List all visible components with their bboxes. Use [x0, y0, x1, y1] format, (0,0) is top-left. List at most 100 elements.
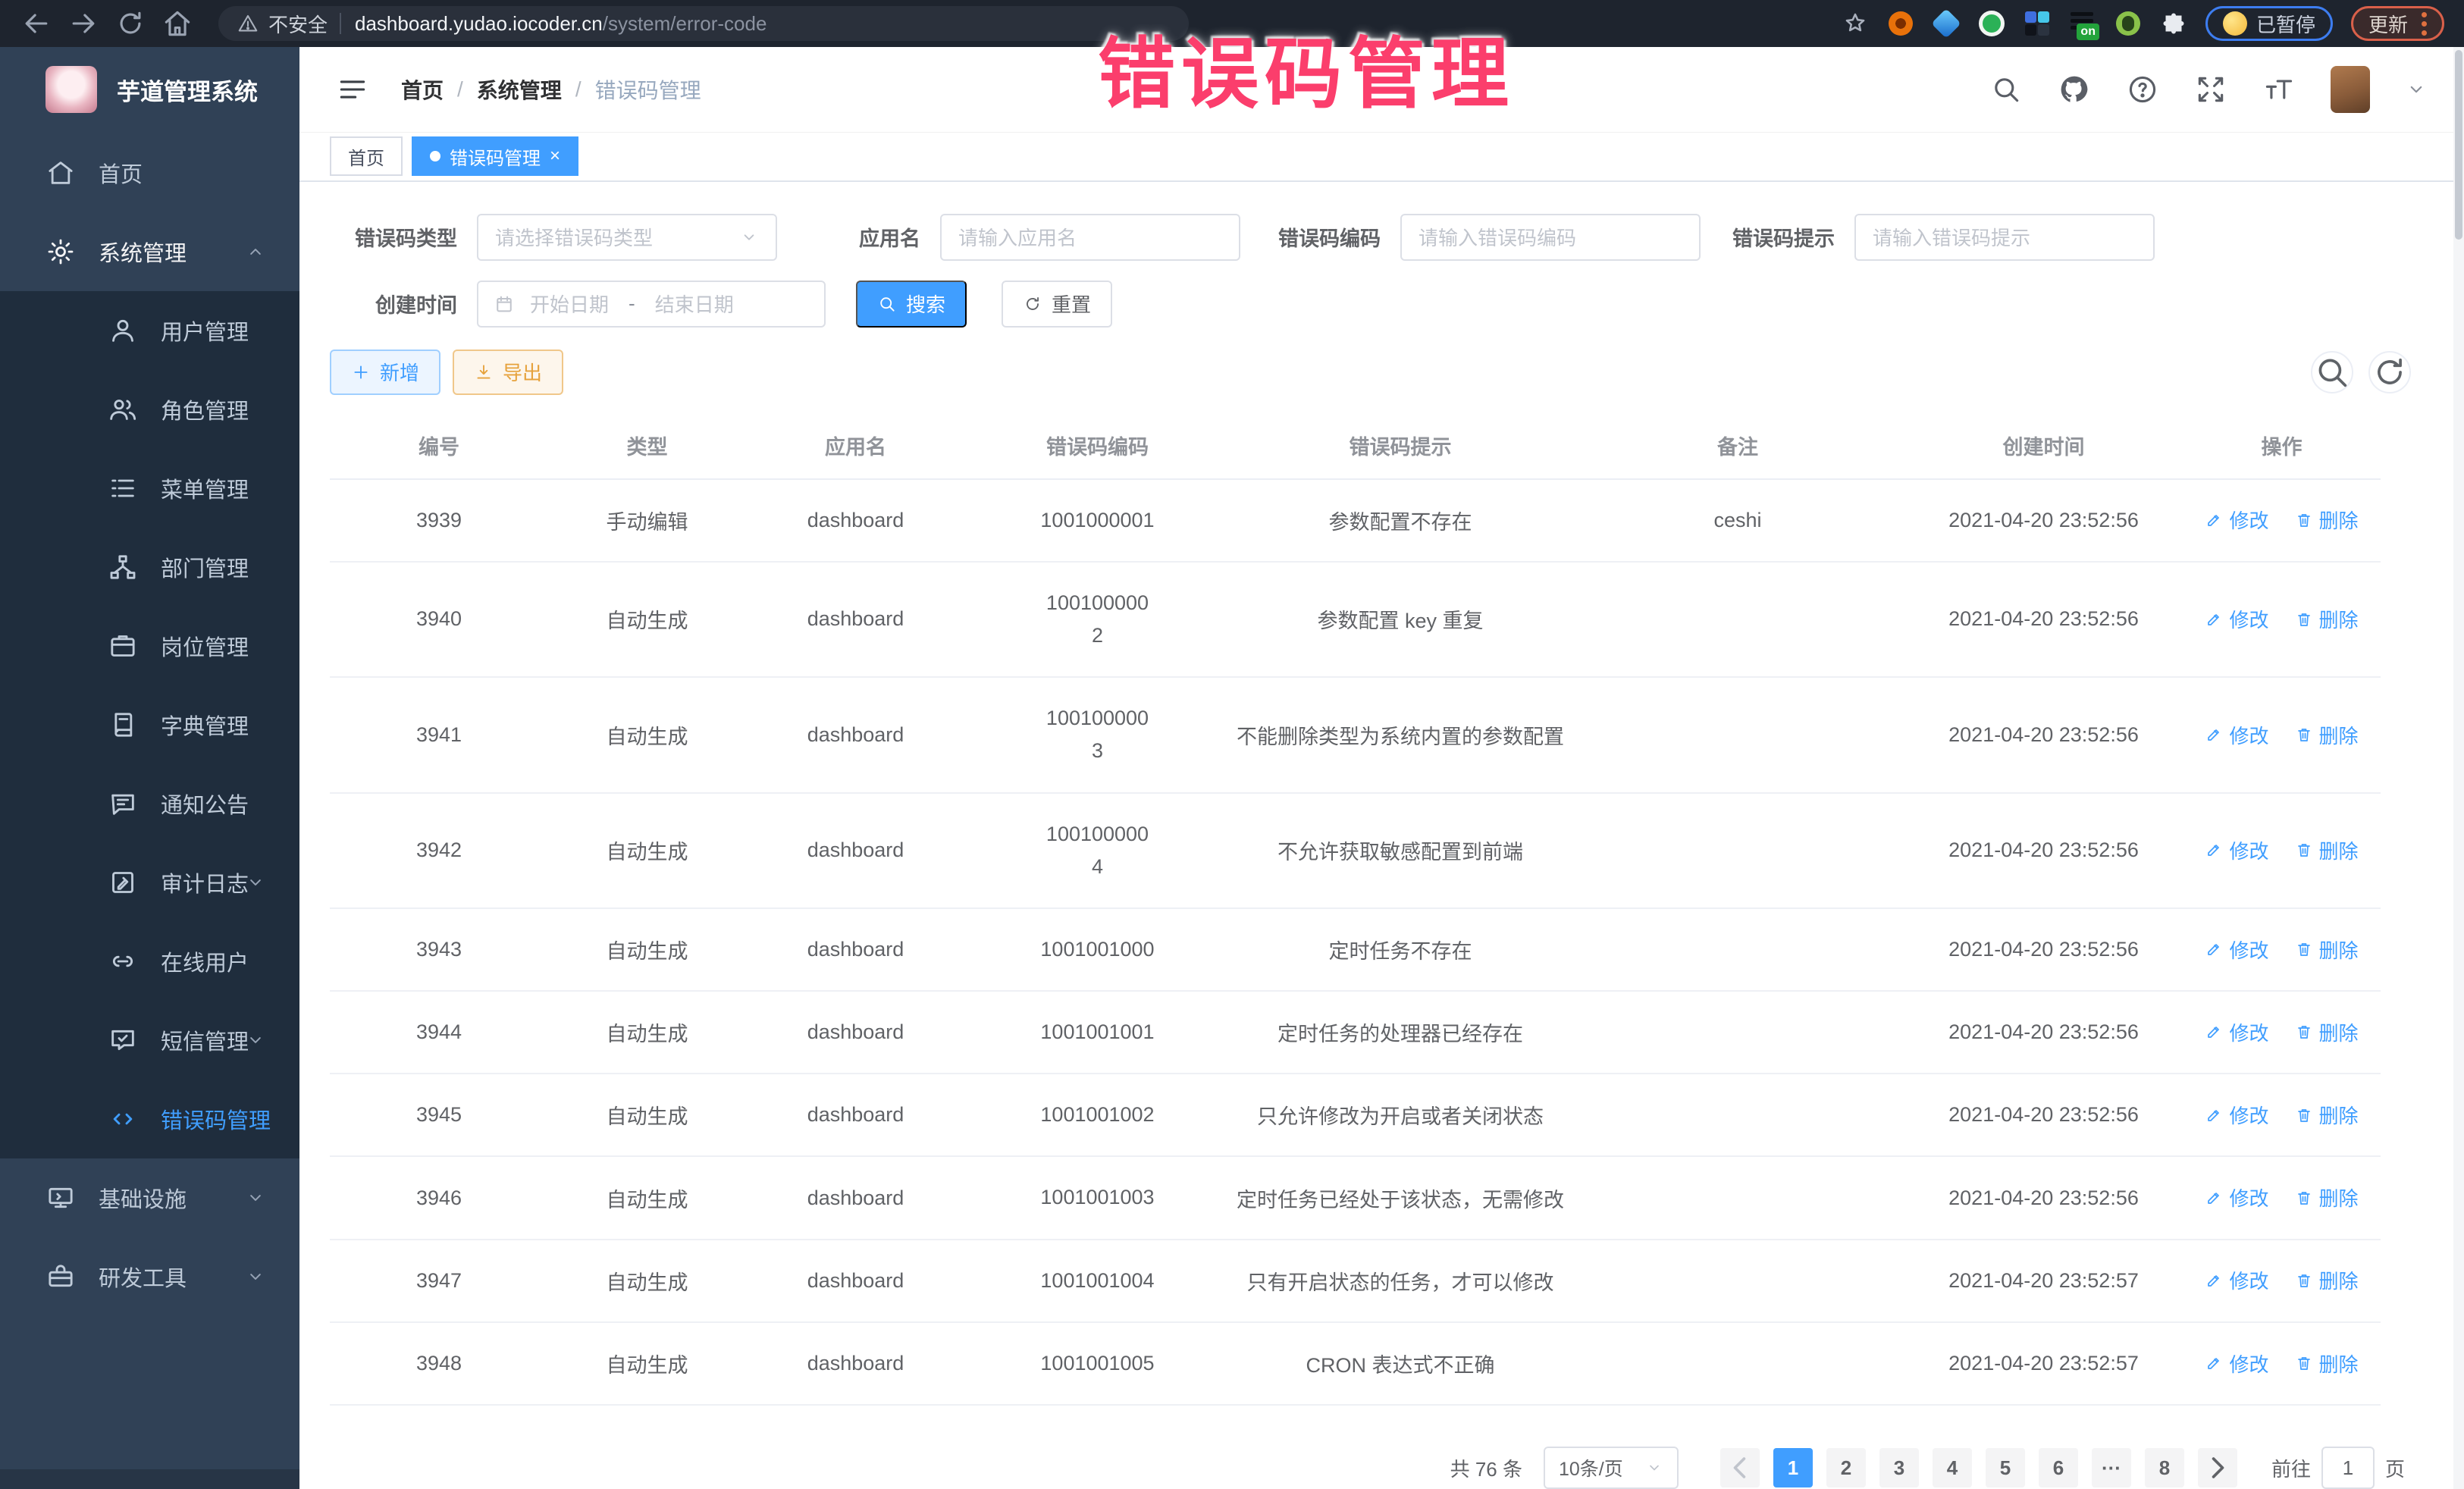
delete-link[interactable]: 删除 [2295, 1183, 2359, 1212]
profile-paused-button[interactable]: 已暂停 [2205, 6, 2333, 41]
cell-code: 100100000 3 [965, 677, 1230, 792]
delete-link[interactable]: 删除 [2295, 506, 2359, 534]
page-size-select[interactable]: 10条/页 [1544, 1447, 1679, 1489]
page-button-1[interactable]: 1 [1773, 1448, 1813, 1487]
sidebar-item-字典管理[interactable]: 字典管理 [0, 685, 299, 764]
refresh-table-button[interactable] [2368, 351, 2411, 393]
app-name-input[interactable]: 请输入应用名 [940, 214, 1240, 261]
sidebar-item-用户管理[interactable]: 用户管理 [0, 291, 299, 370]
reset-button[interactable]: 重置 [1002, 281, 1112, 328]
cell-message: 参数配置不存在 [1230, 479, 1571, 562]
edit-link[interactable]: 修改 [2205, 1266, 2268, 1294]
user-avatar[interactable] [2331, 66, 2370, 113]
sidebar-item-首页[interactable]: 首页 [0, 133, 299, 212]
address-bar[interactable]: 不安全 dashboard.yudao.iocoder.cn/system/er… [218, 6, 1189, 41]
fullscreen-icon[interactable] [2194, 73, 2227, 106]
browser-home-icon[interactable] [161, 7, 194, 40]
browser-menu-icon[interactable] [2422, 12, 2427, 36]
help-icon[interactable] [2126, 73, 2159, 106]
avatar-caret-icon[interactable] [2405, 78, 2428, 101]
browser-reload-icon[interactable] [114, 7, 147, 40]
error-type-select[interactable]: 请选择错误码类型 [477, 214, 777, 261]
page-button-6[interactable]: 6 [2039, 1448, 2078, 1487]
page-button-4[interactable]: 4 [1933, 1448, 1972, 1487]
extension-green-icon[interactable] [1978, 10, 2005, 37]
sidebar-item-部门管理[interactable]: 部门管理 [0, 528, 299, 607]
date-range-picker[interactable]: 开始日期 - 结束日期 [477, 281, 826, 328]
browser-back-icon[interactable] [20, 7, 53, 40]
page-ellipsis-button[interactable]: ··· [2092, 1448, 2131, 1487]
delete-link[interactable]: 删除 [2295, 721, 2359, 749]
extension-spy-icon[interactable] [2114, 10, 2142, 37]
extensions-puzzle-icon[interactable] [2160, 10, 2187, 37]
delete-link[interactable]: 删除 [2295, 1018, 2359, 1046]
sidebar-item-在线用户[interactable]: 在线用户 [0, 922, 299, 1001]
delete-link[interactable]: 删除 [2295, 1101, 2359, 1129]
hamburger-icon[interactable] [336, 73, 369, 106]
sidebar-item-基础设施[interactable]: 基础设施 [0, 1158, 299, 1237]
delete-link[interactable]: 删除 [2295, 936, 2359, 964]
extension-tabs-icon[interactable]: on [2069, 10, 2096, 37]
tab-close-icon[interactable]: × [550, 147, 560, 165]
search-icon[interactable] [1989, 73, 2023, 106]
font-size-icon[interactable] [2262, 73, 2296, 106]
edit-link[interactable]: 修改 [2205, 1101, 2268, 1129]
page-button-5[interactable]: 5 [1986, 1448, 2025, 1487]
page-scrollbar[interactable] [2453, 47, 2464, 1489]
extension-grid-icon[interactable] [2024, 10, 2051, 37]
bookmark-star-icon[interactable] [1842, 10, 1869, 37]
goto-page-input[interactable]: 1 [2321, 1447, 2375, 1489]
edit-link[interactable]: 修改 [2205, 506, 2268, 534]
extension-orange-icon[interactable] [1887, 10, 1914, 37]
sidebar-item-通知公告[interactable]: 通知公告 [0, 764, 299, 843]
breadcrumb-item[interactable]: 系统管理 [477, 74, 562, 105]
sidebar-item-研发工具[interactable]: 研发工具 [0, 1237, 299, 1316]
sidebar-item-短信管理[interactable]: 短信管理 [0, 1001, 299, 1080]
export-button[interactable]: 导出 [453, 350, 563, 395]
page-scrollbar-thumb[interactable] [2455, 50, 2462, 240]
delete-link[interactable]: 删除 [2295, 1350, 2359, 1378]
sidebar-item-审计日志[interactable]: 审计日志 [0, 843, 299, 922]
browser-forward-icon[interactable] [67, 7, 100, 40]
tab-label: 首页 [348, 143, 384, 170]
tab-错误码管理[interactable]: 错误码管理× [412, 136, 578, 176]
edit-link[interactable]: 修改 [2205, 605, 2268, 633]
breadcrumb-item[interactable]: 首页 [401, 74, 444, 105]
sidebar-logo-row[interactable]: 芋道管理系统 [0, 47, 299, 132]
sidebar-item-菜单管理[interactable]: 菜单管理 [0, 449, 299, 528]
extension-gem-icon[interactable] [1933, 10, 1960, 37]
sidebar-item-角色管理[interactable]: 角色管理 [0, 370, 299, 449]
github-icon[interactable] [2058, 73, 2091, 106]
next-page-button[interactable] [2198, 1448, 2237, 1487]
page-button-2[interactable]: 2 [1826, 1448, 1866, 1487]
delete-link[interactable]: 删除 [2295, 1266, 2359, 1294]
tab-active-dot [430, 151, 440, 161]
edit-link[interactable]: 修改 [2205, 721, 2268, 749]
sidebar-item-错误码管理[interactable]: 错误码管理 [0, 1080, 299, 1158]
edit-link[interactable]: 修改 [2205, 1183, 2268, 1212]
page-button-3[interactable]: 3 [1879, 1448, 1919, 1487]
browser-extensions-area: on 已暂停 更新 [1842, 6, 2444, 41]
breadcrumb-item[interactable]: 错误码管理 [595, 74, 701, 105]
toggle-search-button[interactable] [2311, 351, 2353, 393]
edit-link[interactable]: 修改 [2205, 1018, 2268, 1046]
edit-link[interactable]: 修改 [2205, 936, 2268, 964]
error-hint-input[interactable]: 请输入错误码提示 [1854, 214, 2155, 261]
edit-link[interactable]: 修改 [2205, 836, 2268, 864]
add-button[interactable]: 新增 [330, 350, 440, 395]
delete-link[interactable]: 删除 [2295, 605, 2359, 633]
tab-首页[interactable]: 首页 [330, 136, 403, 176]
delete-link[interactable]: 删除 [2295, 836, 2359, 864]
edit-link-label: 修改 [2229, 721, 2268, 749]
pencil-icon [2205, 1271, 2223, 1290]
sidebar-item-系统管理[interactable]: 系统管理 [0, 212, 299, 291]
delete-link-label: 删除 [2319, 1018, 2359, 1046]
prev-page-button[interactable] [1720, 1448, 1760, 1487]
browser-update-button[interactable]: 更新 [2351, 6, 2444, 41]
edit-link[interactable]: 修改 [2205, 1350, 2268, 1378]
page-button-8[interactable]: 8 [2145, 1448, 2184, 1487]
search-button[interactable]: 搜索 [856, 281, 967, 328]
error-code-input[interactable]: 请输入错误码编码 [1400, 214, 1701, 261]
sidebar-item-岗位管理[interactable]: 岗位管理 [0, 607, 299, 685]
cell-id: 3942 [330, 793, 548, 908]
